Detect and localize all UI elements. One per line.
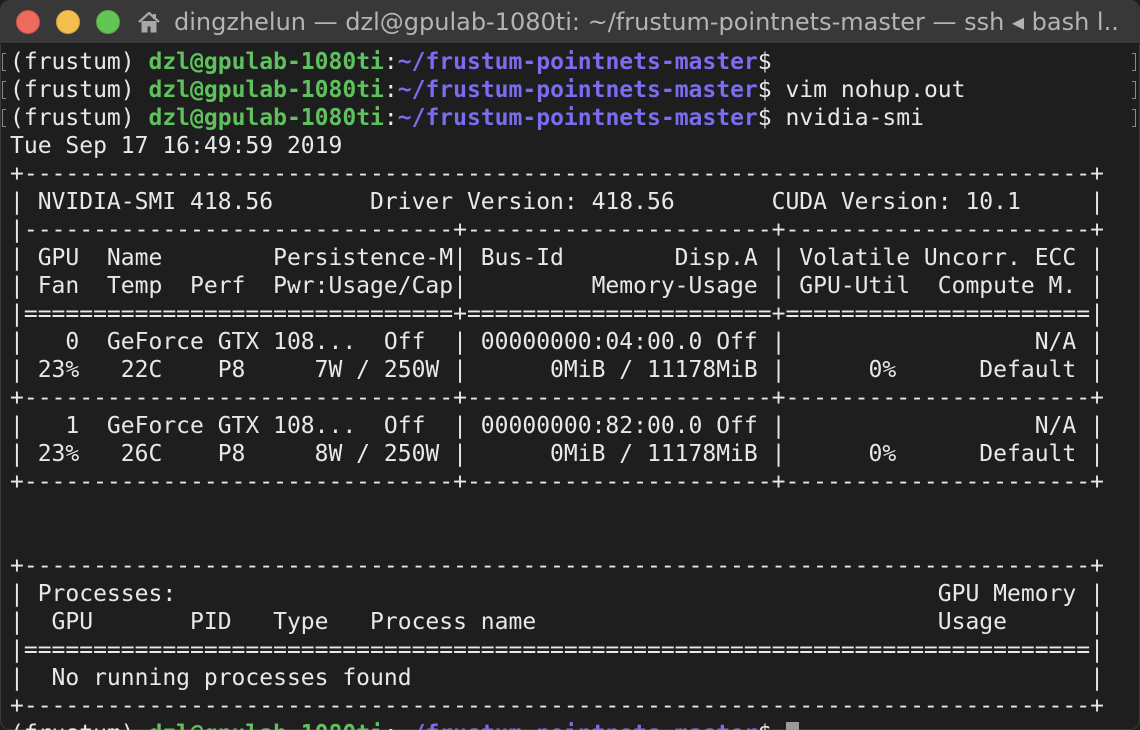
output-line: |===============================+=======… xyxy=(10,301,1104,327)
prompt-line: (frustum) dzl@gpulab-1080ti:~/frustum-po… xyxy=(10,720,1120,730)
terminal-window: dingzhelun — dzl@gpulab-1080ti: ~/frustu… xyxy=(0,0,1140,730)
output-line: | GPU PID Type Process name Usage | xyxy=(10,609,1104,635)
mark-bracket-left xyxy=(2,81,6,99)
output-line: | Processes: GPU Memory | xyxy=(10,581,1104,607)
title-bar[interactable]: dingzhelun — dzl@gpulab-1080ti: ~/frustu… xyxy=(0,0,1140,44)
output-line: | GPU Name Persistence-M| Bus-Id Disp.A … xyxy=(10,245,1104,271)
command-text: vim nohup.out xyxy=(771,77,966,103)
output-line: Tue Sep 17 16:49:59 2019 xyxy=(10,133,343,159)
mark-bracket-left xyxy=(2,53,6,71)
minimize-button[interactable] xyxy=(56,10,80,34)
close-button[interactable] xyxy=(16,10,40,34)
command-text: nvidia-smi xyxy=(771,105,924,131)
window-title: dingzhelun — dzl@gpulab-1080ti: ~/frustu… xyxy=(174,8,1120,36)
prompt-separator: : xyxy=(383,105,398,131)
output-line: |=======================================… xyxy=(10,637,1104,663)
maximize-button[interactable] xyxy=(96,10,120,34)
conda-env: (frustum) xyxy=(10,721,148,730)
working-directory: ~/frustum-pointnets-master xyxy=(398,721,758,730)
output-line: | No running processes found | xyxy=(10,665,1104,691)
prompt-separator: : xyxy=(383,77,398,103)
user-host: dzl@gpulab-1080ti xyxy=(148,721,383,730)
prompt-separator: : xyxy=(383,49,398,75)
user-host: dzl@gpulab-1080ti xyxy=(148,77,384,103)
output-line: | 0 GeForce GTX 108... Off | 00000000:04… xyxy=(10,329,1104,355)
output-line: +-------------------------------+-------… xyxy=(10,385,1104,411)
home-icon xyxy=(138,11,160,33)
prompt-separator: : xyxy=(384,721,398,730)
output-line: | 1 GeForce GTX 108... Off | 00000000:82… xyxy=(10,413,1104,439)
output-line: | 23% 22C P8 7W / 250W | 0MiB / 11178MiB… xyxy=(10,357,1104,383)
conda-env: (frustum) xyxy=(10,49,149,75)
working-directory: ~/frustum-pointnets-master xyxy=(397,105,758,131)
prompt-symbol: $ xyxy=(757,105,772,131)
conda-env: (frustum) xyxy=(10,77,149,103)
command-text xyxy=(772,721,786,730)
output-line: +---------------------------------------… xyxy=(10,693,1104,719)
output-line: +---------------------------------------… xyxy=(10,553,1104,579)
working-directory: ~/frustum-pointnets-master xyxy=(397,77,758,103)
terminal-output[interactable]: (frustum) dzl@gpulab-1080ti:~/frustum-po… xyxy=(10,48,1120,730)
output-line: | Fan Temp Perf Pwr:Usage/Cap| Memory-Us… xyxy=(10,273,1104,299)
output-line: | NVIDIA-SMI 418.56 Driver Version: 418.… xyxy=(10,189,1104,215)
text-cursor xyxy=(785,722,799,730)
prompt-line: (frustum) dzl@gpulab-1080ti:~/frustum-po… xyxy=(10,76,1120,104)
user-host: dzl@gpulab-1080ti xyxy=(148,105,384,131)
prompt-line: (frustum) dzl@gpulab-1080ti:~/frustum-po… xyxy=(10,48,1120,76)
mark-bracket-right xyxy=(1132,53,1136,71)
prompt-symbol: $ xyxy=(757,77,772,103)
conda-env: (frustum) xyxy=(10,105,149,131)
output-line: +---------------------------------------… xyxy=(10,161,1104,187)
mark-bracket-left xyxy=(2,109,6,127)
working-directory: ~/frustum-pointnets-master xyxy=(397,49,758,75)
mark-bracket-right xyxy=(1132,81,1136,99)
output-line: +-------------------------------+-------… xyxy=(10,469,1104,495)
mark-bracket-right xyxy=(1132,109,1136,127)
user-host: dzl@gpulab-1080ti xyxy=(148,49,384,75)
output-line: |-------------------------------+-------… xyxy=(10,217,1104,243)
prompt-symbol: $ xyxy=(758,721,772,730)
prompt-line: (frustum) dzl@gpulab-1080ti:~/frustum-po… xyxy=(10,104,1120,132)
title-container: dingzhelun — dzl@gpulab-1080ti: ~/frustu… xyxy=(136,0,1120,44)
prompt-symbol: $ xyxy=(757,49,772,75)
output-line: | 23% 26C P8 8W / 250W | 0MiB / 11178MiB… xyxy=(10,441,1104,467)
